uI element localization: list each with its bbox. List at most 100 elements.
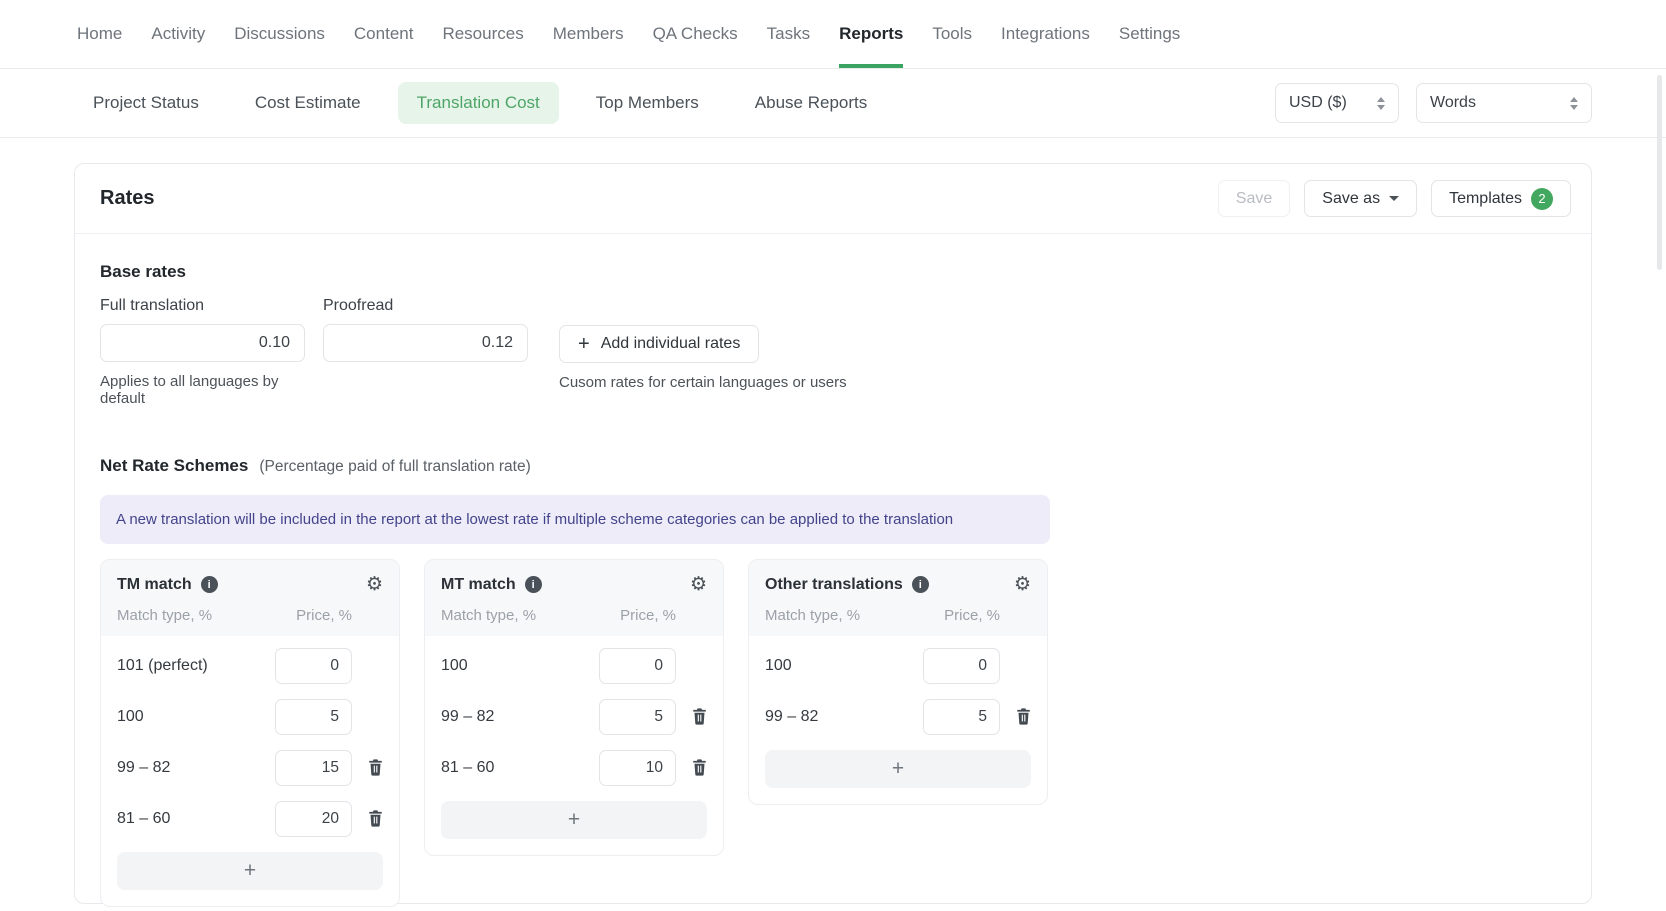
trash-icon bbox=[368, 759, 383, 776]
save-button[interactable]: Save bbox=[1218, 180, 1290, 217]
caret-down-icon bbox=[1389, 196, 1399, 201]
nav-item-reports[interactable]: Reports bbox=[839, 0, 903, 68]
price-input[interactable] bbox=[275, 750, 352, 786]
net-rate-schemes-heading: Net Rate Schemes bbox=[100, 456, 248, 476]
scheme-title: MT match bbox=[441, 576, 516, 594]
unit-select-value: Words bbox=[1430, 94, 1476, 112]
scheme-row: 81 – 60 bbox=[441, 742, 707, 793]
info-icon[interactable]: i bbox=[201, 576, 218, 593]
trash-icon bbox=[692, 708, 707, 725]
trash-icon bbox=[692, 759, 707, 776]
price-input[interactable] bbox=[923, 699, 1000, 735]
base-rates-grid: Full translation Applies to all language… bbox=[100, 297, 1566, 407]
individual-rates-col: + Add individual rates Cusom rates for c… bbox=[559, 297, 847, 391]
scheme-row: 81 – 60 bbox=[117, 793, 383, 844]
individual-rates-helper: Cusom rates for certain languages or use… bbox=[559, 374, 847, 391]
nav-item-qa-checks[interactable]: QA Checks bbox=[653, 0, 738, 68]
tab-abuse-reports[interactable]: Abuse Reports bbox=[736, 82, 886, 124]
report-filters: USD ($) Words bbox=[1275, 83, 1592, 123]
scheme-row: 101 (perfect) bbox=[117, 640, 383, 691]
nav-item-tasks[interactable]: Tasks bbox=[767, 0, 810, 68]
price-input[interactable] bbox=[275, 648, 352, 684]
scheme-card-other-translations: Other translations i ⚙ Match type, % Pri… bbox=[748, 559, 1048, 805]
scheme-row: 100 bbox=[765, 640, 1031, 691]
add-row-button[interactable]: + bbox=[441, 801, 707, 839]
proofread-field: Proofread bbox=[323, 297, 528, 362]
rates-card: Rates Save Save as Templates 2 Base rate… bbox=[74, 163, 1592, 904]
gear-icon[interactable]: ⚙ bbox=[366, 575, 383, 594]
add-individual-rates-label: Add individual rates bbox=[601, 335, 741, 353]
nav-item-integrations[interactable]: Integrations bbox=[1001, 0, 1090, 68]
match-type-label: 99 – 82 bbox=[441, 708, 599, 726]
nav-item-content[interactable]: Content bbox=[354, 0, 414, 68]
gear-icon[interactable]: ⚙ bbox=[690, 575, 707, 594]
rates-card-body: Base rates Full translation Applies to a… bbox=[75, 234, 1591, 907]
templates-label: Templates bbox=[1449, 190, 1522, 208]
add-individual-rates-button[interactable]: + Add individual rates bbox=[559, 325, 759, 363]
price-input[interactable] bbox=[599, 699, 676, 735]
match-type-label: 101 (perfect) bbox=[117, 657, 275, 675]
scrollbar-thumb[interactable] bbox=[1657, 75, 1662, 270]
delete-row-button[interactable] bbox=[692, 759, 707, 776]
column-header-price: Price, % bbox=[923, 607, 1000, 624]
page-title: Rates bbox=[100, 187, 154, 210]
delete-row-button[interactable] bbox=[368, 810, 383, 827]
gear-icon[interactable]: ⚙ bbox=[1014, 575, 1031, 594]
main-nav: Home Activity Discussions Content Resources M… bbox=[0, 0, 1666, 69]
scheme-card-header: Other translations i ⚙ Match type, % Pri… bbox=[749, 560, 1047, 636]
delete-row-button[interactable] bbox=[1016, 708, 1031, 725]
info-icon[interactable]: i bbox=[912, 576, 929, 593]
info-icon[interactable]: i bbox=[525, 576, 542, 593]
proofread-input[interactable] bbox=[323, 324, 528, 362]
scheme-row: 99 – 82 bbox=[765, 691, 1031, 742]
tab-translation-cost[interactable]: Translation Cost bbox=[398, 82, 559, 124]
match-type-label: 99 – 82 bbox=[117, 759, 275, 777]
tab-cost-estimate[interactable]: Cost Estimate bbox=[236, 82, 380, 124]
trash-icon bbox=[1016, 708, 1031, 725]
scheme-title: Other translations bbox=[765, 576, 903, 594]
full-translation-helper: Applies to all languages by default bbox=[100, 373, 305, 407]
full-translation-label: Full translation bbox=[100, 297, 305, 315]
delete-row-button[interactable] bbox=[368, 759, 383, 776]
column-header-price: Price, % bbox=[599, 607, 676, 624]
price-input[interactable] bbox=[275, 699, 352, 735]
price-input[interactable] bbox=[275, 801, 352, 837]
nav-item-tools[interactable]: Tools bbox=[932, 0, 972, 68]
add-row-button[interactable]: + bbox=[117, 852, 383, 890]
base-rates-heading: Base rates bbox=[100, 262, 1566, 282]
delete-row-button[interactable] bbox=[692, 708, 707, 725]
nav-item-discussions[interactable]: Discussions bbox=[234, 0, 325, 68]
lowest-rate-info-banner: A new translation will be included in th… bbox=[100, 495, 1050, 544]
scheme-row: 99 – 82 bbox=[441, 691, 707, 742]
column-header-match-type: Match type, % bbox=[765, 607, 923, 624]
nav-item-members[interactable]: Members bbox=[553, 0, 624, 68]
match-type-label: 81 – 60 bbox=[117, 810, 275, 828]
add-row-button[interactable]: + bbox=[765, 750, 1031, 788]
nav-item-settings[interactable]: Settings bbox=[1119, 0, 1180, 68]
net-rate-schemes-subheading: (Percentage paid of full translation rat… bbox=[259, 458, 530, 476]
full-translation-field: Full translation Applies to all language… bbox=[100, 297, 305, 407]
sort-updown-icon bbox=[1570, 97, 1578, 110]
report-tabs-list: Project Status Cost Estimate Translation C… bbox=[74, 82, 886, 124]
currency-select[interactable]: USD ($) bbox=[1275, 83, 1399, 123]
schemes-row: TM match i ⚙ Match type, % Price, % 101 … bbox=[100, 559, 1566, 907]
tab-project-status[interactable]: Project Status bbox=[74, 82, 218, 124]
tab-top-members[interactable]: Top Members bbox=[577, 82, 718, 124]
nav-item-activity[interactable]: Activity bbox=[151, 0, 205, 68]
nav-item-resources[interactable]: Resources bbox=[442, 0, 523, 68]
nav-item-home[interactable]: Home bbox=[77, 0, 122, 68]
rates-actions: Save Save as Templates 2 bbox=[1218, 180, 1571, 217]
scheme-card-body: 100 99 – 82 81 – 60 + bbox=[425, 636, 723, 855]
price-input[interactable] bbox=[599, 750, 676, 786]
templates-button[interactable]: Templates 2 bbox=[1431, 180, 1571, 217]
scheme-row: 99 – 82 bbox=[117, 742, 383, 793]
price-input[interactable] bbox=[923, 648, 1000, 684]
scheme-card-mt-match: MT match i ⚙ Match type, % Price, % 100 … bbox=[424, 559, 724, 856]
save-as-button[interactable]: Save as bbox=[1304, 180, 1417, 217]
scheme-card-tm-match: TM match i ⚙ Match type, % Price, % 101 … bbox=[100, 559, 400, 907]
proofread-label: Proofread bbox=[323, 297, 528, 315]
unit-select[interactable]: Words bbox=[1416, 83, 1592, 123]
plus-icon: + bbox=[578, 334, 590, 354]
full-translation-input[interactable] bbox=[100, 324, 305, 362]
price-input[interactable] bbox=[599, 648, 676, 684]
